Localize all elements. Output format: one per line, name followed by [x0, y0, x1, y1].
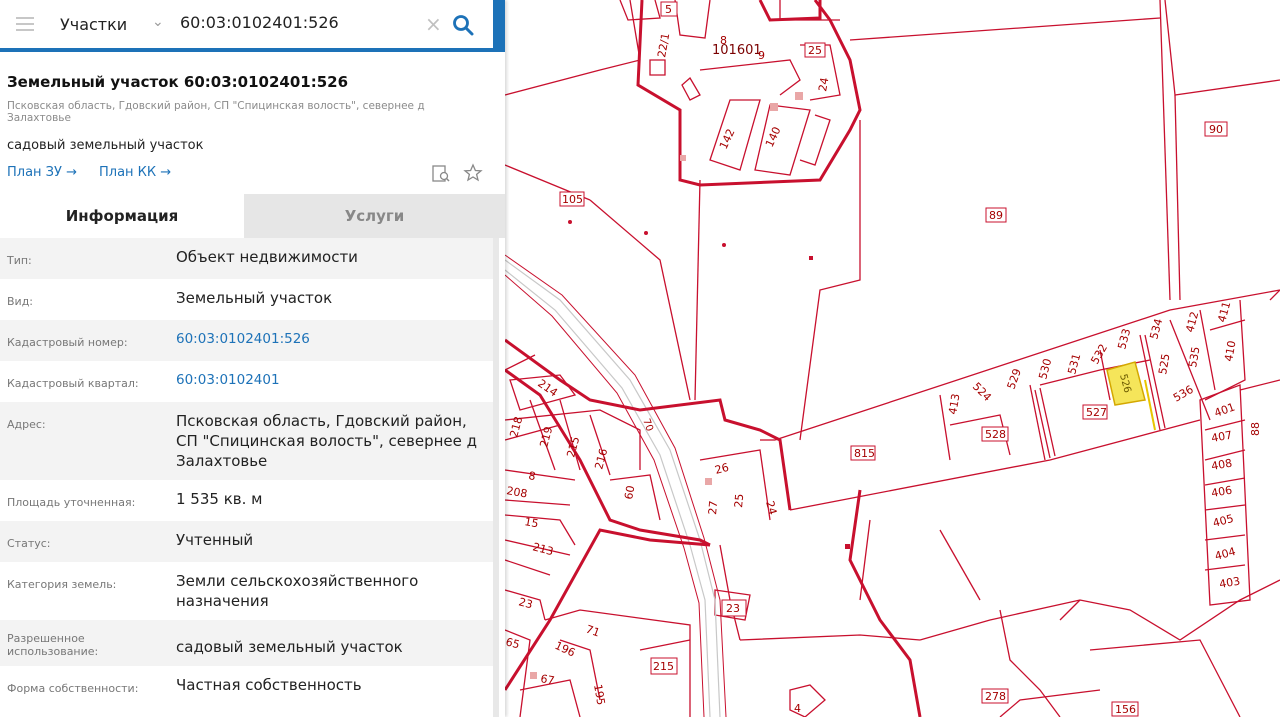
info-label: Статус:	[7, 537, 51, 550]
info-label: Форма собственности:	[7, 682, 139, 695]
info-label: Разрешенное использование:	[7, 632, 99, 658]
info-row: Вид: Земельный участок	[0, 279, 493, 320]
tab-services[interactable]: Услуги	[244, 194, 505, 238]
map-label: 278	[985, 690, 1006, 703]
document-search-icon[interactable]	[431, 164, 451, 184]
map-label: 101601	[712, 43, 762, 58]
map-label: 27	[706, 500, 720, 515]
chevron-down-icon[interactable]: ⌄	[152, 14, 164, 30]
info-value: Земли сельскохозяйственного назначения	[176, 572, 419, 610]
map-label: 23	[726, 602, 740, 615]
info-row: Адрес: Псковская область, Гдовский район…	[0, 402, 493, 480]
info-label: Кадастровый квартал:	[7, 377, 139, 390]
info-value: Земельный участок	[176, 289, 333, 307]
map-label: 15	[523, 515, 539, 530]
info-label: Площадь уточненная:	[7, 496, 136, 509]
tab-information[interactable]: Информация	[0, 194, 244, 238]
map-label: 25	[808, 44, 822, 57]
info-table: Тип: Объект недвижимости Вид: Земельный …	[0, 238, 493, 707]
menu-icon[interactable]	[16, 17, 34, 31]
map-label: 4	[794, 702, 801, 715]
info-value: Учтенный	[176, 531, 254, 549]
plan-kk-link[interactable]: План КК →	[99, 165, 171, 180]
cadastral-quarter-link[interactable]: 60:03:0102401	[176, 370, 488, 390]
map-label: 5	[665, 3, 672, 16]
tab-bar: Информация Услуги	[0, 194, 505, 238]
plan-zu-link[interactable]: План ЗУ →	[7, 165, 77, 180]
search-input[interactable]	[180, 13, 420, 32]
scrollbar[interactable]	[493, 238, 499, 717]
collapse-panel-button[interactable]: ‹	[493, 0, 505, 52]
info-value: 1 535 кв. м	[176, 490, 263, 508]
map-label: 90	[1209, 123, 1223, 136]
info-row: Кадастровый номер: 60:03:0102401:526	[0, 320, 493, 361]
map-label: 9	[758, 49, 765, 62]
info-panel: Участки ⌄ × ‹ Земельный участок 60:03:01…	[0, 0, 505, 717]
info-value: Объект недвижимости	[176, 248, 358, 266]
info-row: Форма собственности: Частная собственнос…	[0, 666, 493, 707]
map-label: 527	[1086, 406, 1107, 419]
object-address: Псковская область, Гдовский район, СП "С…	[7, 100, 425, 124]
info-row: Разрешенное использование: садовый земел…	[0, 620, 493, 666]
map-label: 105	[562, 193, 583, 206]
map-label: 815	[854, 447, 875, 460]
info-label: Адрес:	[7, 418, 46, 431]
info-row: Статус: Учтенный	[0, 521, 493, 562]
map-label: 67	[539, 672, 555, 687]
info-row: Площадь уточненная: 1 535 кв. м	[0, 480, 493, 521]
cadastral-number-link[interactable]: 60:03:0102401:526	[176, 329, 488, 349]
info-row: Категория земель: Земли сельскохозяйстве…	[0, 562, 493, 620]
close-icon[interactable]: ×	[425, 12, 442, 36]
object-purpose: садовый земельный участок	[7, 138, 204, 153]
info-label: Категория земель:	[7, 578, 117, 591]
info-row: Кадастровый квартал: 60:03:0102401	[0, 361, 493, 402]
info-label: Вид:	[7, 295, 34, 308]
map-label: 88	[1249, 422, 1262, 436]
map-label: 24	[816, 76, 831, 92]
map-label: 89	[989, 209, 1003, 222]
map-label: 156	[1115, 703, 1136, 716]
search-icon[interactable]	[451, 13, 475, 37]
category-select[interactable]: Участки	[60, 15, 127, 34]
info-value: Псковская область, Гдовский район, СП "С…	[176, 412, 478, 470]
info-value: Частная собственность	[176, 676, 362, 694]
info-row: Тип: Объект недвижимости	[0, 238, 493, 279]
info-label: Тип:	[7, 254, 32, 267]
star-icon[interactable]	[463, 163, 483, 183]
map-label: 25	[732, 493, 746, 508]
info-value: садовый земельный участок	[176, 638, 403, 656]
map-label: 528	[985, 428, 1006, 441]
object-title: Земельный участок 60:03:0102401:526	[7, 73, 349, 91]
search-bar: Участки ⌄ ×	[0, 0, 493, 52]
map-label: 60	[622, 484, 637, 500]
info-label: Кадастровый номер:	[7, 336, 128, 349]
map-label: 215	[653, 660, 674, 673]
